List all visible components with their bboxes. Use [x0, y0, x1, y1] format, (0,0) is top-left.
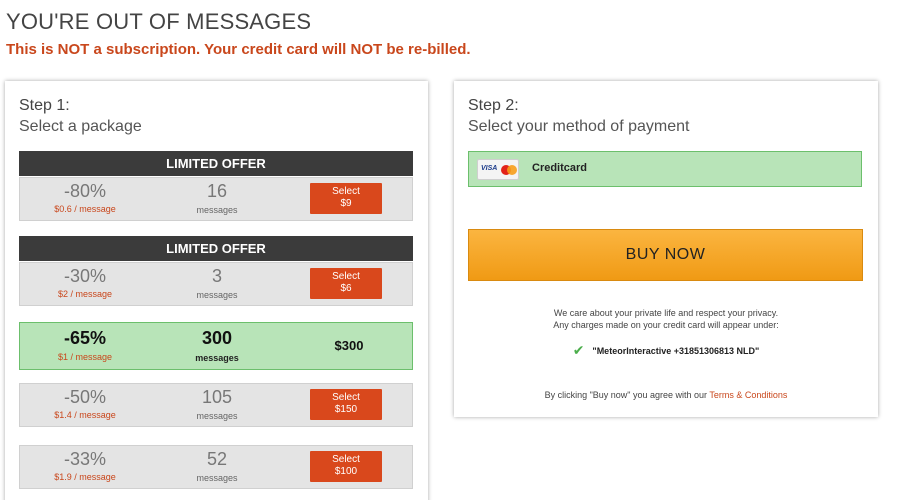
- terms-conditions-link[interactable]: Terms & Conditions: [709, 390, 787, 400]
- package-price: $300: [334, 338, 364, 353]
- payment-method-creditcard[interactable]: VISA Creditcard: [468, 151, 862, 187]
- payment-panel: Step 2: Select your method of payment VI…: [454, 81, 878, 417]
- package-3-messages[interactable]: -30% $2 / message 3 messages Select $6: [19, 262, 413, 306]
- package-panel: Step 1: Select a package LIMITED OFFER -…: [5, 81, 428, 500]
- descriptor-text: "MeteorInteractive +31851306813 NLD": [592, 346, 760, 356]
- package-price-per-message: $1.4 / message: [54, 410, 116, 420]
- package-price-per-message: $1 / message: [57, 352, 113, 362]
- step1-label: Step 1:: [19, 97, 70, 114]
- step1-subtitle: Select a package: [19, 118, 142, 135]
- select-button-price: $9: [340, 198, 352, 209]
- terms-prefix: By clicking "Buy now" you agree with our: [544, 390, 710, 400]
- package-discount: -33%: [63, 449, 107, 469]
- package-discount: -80%: [63, 181, 107, 201]
- package-discount: -65%: [63, 328, 107, 348]
- visa-logo: VISA: [481, 165, 498, 172]
- package-price-per-message: $0.6 / message: [54, 204, 116, 214]
- select-button-price: $6: [340, 283, 352, 294]
- select-9-button[interactable]: Select $9: [310, 183, 382, 214]
- select-button-label: Select: [332, 186, 360, 197]
- checkmark-icon: ✔: [572, 342, 585, 358]
- payment-method-label: Creditcard: [532, 162, 588, 174]
- package-105-messages[interactable]: -50% $1.4 / message 105 messages Select …: [19, 383, 413, 427]
- package-count-label: messages: [195, 353, 239, 363]
- select-150-button[interactable]: Select $150: [310, 389, 382, 420]
- package-count-label: messages: [196, 411, 238, 421]
- select-6-button[interactable]: Select $6: [310, 268, 382, 299]
- buy-now-button[interactable]: BUY NOW: [468, 229, 863, 281]
- privacy-notice: We care about your private life and resp…: [454, 307, 878, 331]
- package-discount: -50%: [63, 387, 107, 407]
- select-button-price: $100: [334, 466, 358, 477]
- terms-notice: By clicking "Buy now" you agree with our…: [454, 390, 878, 400]
- step2-subtitle: Select your method of payment: [468, 118, 690, 135]
- package-message-count: 52: [206, 449, 228, 469]
- package-count-label: messages: [196, 205, 238, 215]
- package-price-per-message: $2 / message: [57, 289, 113, 299]
- page-title: YOU'RE OUT OF MESSAGES: [6, 9, 312, 34]
- step2-label: Step 2:: [468, 97, 519, 114]
- billing-notice: This is NOT a subscription. Your credit …: [6, 41, 471, 58]
- package-price-per-message: $1.9 / message: [54, 472, 116, 482]
- limited-offer-banner: LIMITED OFFER: [19, 151, 413, 176]
- limited-offer-banner: LIMITED OFFER: [19, 236, 413, 261]
- package-16-messages[interactable]: -80% $0.6 / message 16 messages Select $…: [19, 177, 413, 221]
- package-discount: -30%: [63, 266, 107, 286]
- package-count-label: messages: [196, 290, 238, 300]
- select-100-button[interactable]: Select $100: [310, 451, 382, 482]
- select-button-label: Select: [332, 271, 360, 282]
- package-count-label: messages: [196, 473, 238, 483]
- package-52-messages[interactable]: -33% $1.9 / message 52 messages Select $…: [19, 445, 413, 489]
- select-button-label: Select: [332, 392, 360, 403]
- package-message-count: 3: [211, 266, 222, 286]
- billing-descriptor: ✔ "MeteorInteractive +31851306813 NLD": [454, 342, 878, 359]
- privacy-line-1: We care about your private life and resp…: [553, 308, 779, 318]
- package-300-messages-selected[interactable]: -65% $1 / message 300 messages $300: [19, 322, 413, 370]
- select-button-label: Select: [332, 454, 360, 465]
- package-message-count: 16: [206, 181, 228, 201]
- package-message-count: 300: [201, 328, 233, 348]
- select-button-price: $150: [334, 404, 358, 415]
- package-message-count: 105: [201, 387, 233, 407]
- credit-card-icon: VISA: [477, 159, 519, 180]
- mastercard-logo-overlap: [507, 165, 517, 175]
- privacy-line-2: Any charges made on your credit card wil…: [553, 320, 779, 330]
